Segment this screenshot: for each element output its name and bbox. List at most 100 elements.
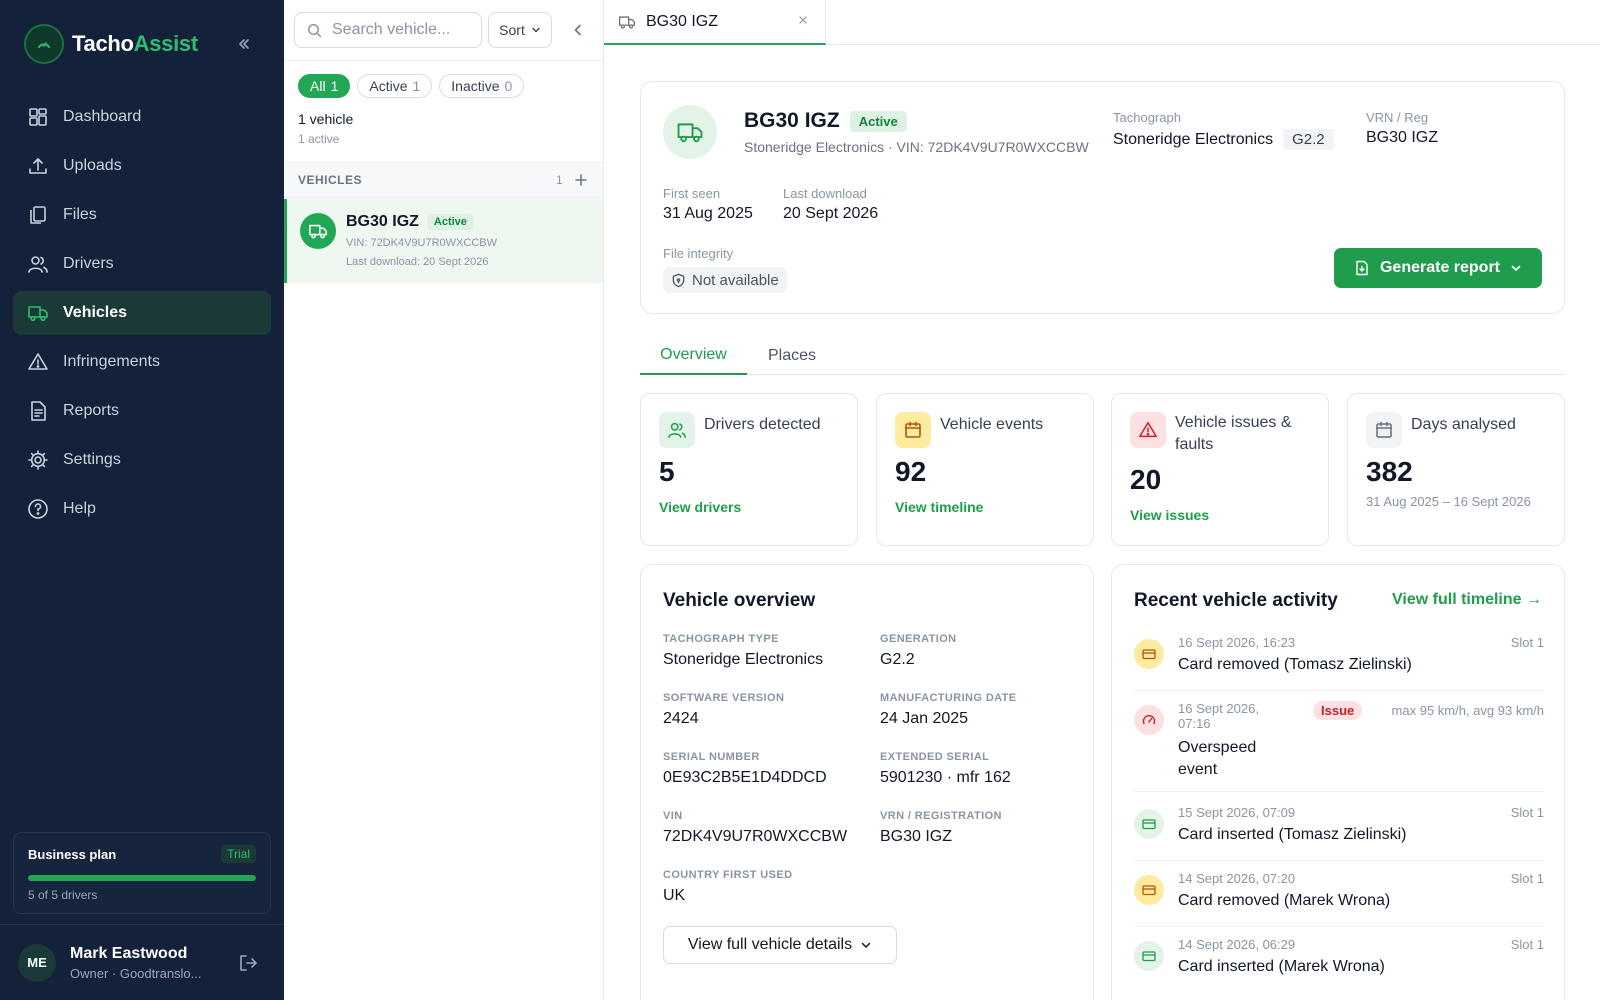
sidebar-item-label: Files — [63, 206, 97, 223]
add-vehicle-icon[interactable] — [574, 173, 588, 187]
sort-button[interactable]: Sort — [488, 12, 552, 48]
field-software-version: SOFTWARE VERSION 2424 — [663, 692, 784, 728]
report-icon — [27, 400, 49, 422]
view-full-details-button[interactable]: View full vehicle details — [663, 926, 897, 964]
field-value: 24 Jan 2025 — [880, 710, 969, 727]
field-generation: GENERATION G2.2 — [880, 633, 957, 669]
first-seen-label: First seen — [663, 186, 721, 201]
vrn-info: VRN / Reg BG30 IGZ — [1366, 110, 1438, 147]
field-vin: VIN 72DK4V9U7R0WXCCBW — [663, 810, 847, 846]
calendar-icon — [895, 412, 931, 448]
sidebar-item-settings[interactable]: Settings — [13, 438, 271, 482]
brand[interactable]: TachoAssist — [24, 24, 198, 64]
chevron-down-icon — [531, 25, 541, 35]
stat-title: Vehicle events — [940, 416, 1044, 433]
sidebar-item-uploads[interactable]: Uploads — [13, 144, 271, 188]
view-issues-link[interactable]: View issues — [1130, 507, 1209, 523]
vehicle-overview-card: Vehicle overview TACHOGRAPH TYPE Stoneri… — [640, 564, 1094, 1000]
issue-badge: Issue — [1313, 701, 1363, 720]
tab-vehicle[interactable]: BG30 IGZ — [604, 0, 826, 45]
user-profile[interactable]: ME Mark Eastwood Owner · Goodtranslo... — [0, 924, 284, 1000]
sidebar-item-label: Reports — [63, 402, 120, 419]
last-download-value: 20 Sept 2026 — [783, 205, 879, 222]
field-value: G2.2 — [880, 651, 915, 668]
chevron-down-icon — [860, 939, 872, 951]
view-drivers-link[interactable]: View drivers — [659, 499, 741, 515]
activity-item[interactable]: 16 Sept 2026, 07:16 Overspeed event Issue … — [1134, 701, 1544, 792]
view-full-timeline-link[interactable]: View full timeline → — [1392, 591, 1542, 609]
close-icon[interactable] — [797, 14, 809, 26]
sidebar-item-label: Drivers — [63, 255, 114, 272]
activity-item[interactable]: 16 Sept 2026, 16:23 Card removed (Tomasz… — [1134, 635, 1544, 691]
field-value: BG30 IGZ — [880, 828, 953, 845]
sidebar-item-help[interactable]: Help — [13, 487, 271, 531]
activity-text: Card inserted (Tomasz Zielinski) — [1178, 826, 1407, 843]
files-icon — [27, 204, 49, 226]
stat-card-issues: Vehicle issues & faults 20 View issues — [1111, 393, 1329, 546]
tab-overview[interactable]: Overview — [640, 336, 747, 375]
activity-time: 15 Sept 2026, 07:09 — [1178, 805, 1296, 820]
view-timeline-link[interactable]: View timeline — [895, 499, 983, 515]
sidebar-item-vehicles[interactable]: Vehicles — [13, 291, 271, 335]
search-box[interactable] — [294, 12, 482, 48]
chevron-down-icon — [1510, 262, 1522, 274]
stat-card-events: Vehicle events 92 View timeline — [876, 393, 1094, 546]
activity-time: 16 Sept 2026, 07:16 — [1178, 701, 1259, 731]
activity-item[interactable]: 14 Sept 2026, 07:20 Card removed (Marek … — [1134, 871, 1544, 927]
field-label: VRN / REGISTRATION — [880, 810, 1002, 822]
generate-report-label: Generate report — [1379, 259, 1501, 276]
field-label: VIN — [663, 810, 683, 822]
activity-time: 14 Sept 2026, 07:20 — [1178, 871, 1296, 886]
search-input[interactable] — [332, 21, 472, 39]
collapse-panel-icon[interactable] — [568, 20, 588, 40]
tab-label: BG30 IGZ — [646, 12, 719, 30]
field-label: TACHOGRAPH TYPE — [663, 633, 779, 645]
field-value: 2424 — [663, 710, 699, 727]
first-seen-value: 31 Aug 2025 — [663, 205, 753, 222]
last-download-label: Last download — [783, 186, 867, 201]
plan-card[interactable]: Business plan Trial 5 of 5 drivers — [13, 832, 271, 914]
sidebar-item-label: Vehicles — [63, 304, 128, 321]
stat-card-drivers: Drivers detected 5 View drivers — [640, 393, 858, 546]
truck-icon — [27, 302, 49, 324]
activity-time: 14 Sept 2026, 06:29 — [1178, 937, 1296, 952]
field-label: COUNTRY FIRST USED — [663, 869, 793, 881]
generate-report-button[interactable]: Generate report — [1334, 248, 1542, 288]
field-label: SOFTWARE VERSION — [663, 692, 785, 704]
sidebar-nav: Dashboard Uploads Files Drivers Vehicles… — [13, 95, 271, 536]
sidebar-item-dashboard[interactable]: Dashboard — [13, 95, 271, 139]
sidebar-item-reports[interactable]: Reports — [13, 389, 271, 433]
plan-count: 5 of 5 drivers — [28, 888, 98, 902]
card-title: Vehicle overview — [663, 590, 816, 611]
activity-item[interactable]: 15 Sept 2026, 07:09 Card inserted (Tomas… — [1134, 805, 1544, 861]
sidebar-item-files[interactable]: Files — [13, 193, 271, 237]
plan-usage-fill — [28, 875, 256, 881]
last-download: Last download 20 Sept 2026 — [783, 186, 878, 223]
sidebar-item-infringements[interactable]: Infringements — [13, 340, 271, 384]
plan-badge: Trial — [221, 845, 256, 863]
status-filters: All 1 Active 1 Inactive 0 — [298, 74, 525, 98]
collapse-sidebar-icon[interactable] — [232, 32, 256, 56]
filter-inactive[interactable]: Inactive 0 — [439, 74, 525, 98]
activity-item[interactable]: 14 Sept 2026, 06:29 Card inserted (Marek… — [1134, 937, 1544, 993]
card-title: Recent vehicle activity — [1134, 590, 1338, 611]
integrity-value: Not available — [692, 271, 779, 289]
field-value: Stoneridge Electronics — [663, 651, 824, 668]
vehicle-subtitle: Stoneridge Electronics · VIN: 72DK4V9U7R… — [744, 139, 1089, 155]
users-icon — [27, 253, 49, 275]
filter-all[interactable]: All 1 — [298, 74, 351, 98]
section-count: 1 — [556, 173, 564, 187]
stat-value: 20 — [1130, 464, 1162, 495]
field-value: 0E93C2B5E1D4DDCD — [663, 769, 827, 786]
tab-places[interactable]: Places — [768, 336, 816, 375]
filter-active[interactable]: Active 1 — [357, 74, 433, 98]
field-value: UK — [663, 887, 686, 904]
logout-icon[interactable] — [238, 953, 258, 973]
vehicle-header-card: BG30 IGZ Active Stoneridge Electronics ·… — [640, 81, 1565, 314]
sidebar-item-drivers[interactable]: Drivers — [13, 242, 271, 286]
gear-icon — [27, 449, 49, 471]
section-label: VEHICLES — [298, 173, 363, 187]
card-icon — [1134, 941, 1164, 971]
list-item[interactable]: BG30 IGZ Active VIN: 72DK4V9U7R0WXCCBW L… — [284, 199, 603, 283]
recent-activity-card: Recent vehicle activity View full timeli… — [1111, 564, 1565, 1000]
